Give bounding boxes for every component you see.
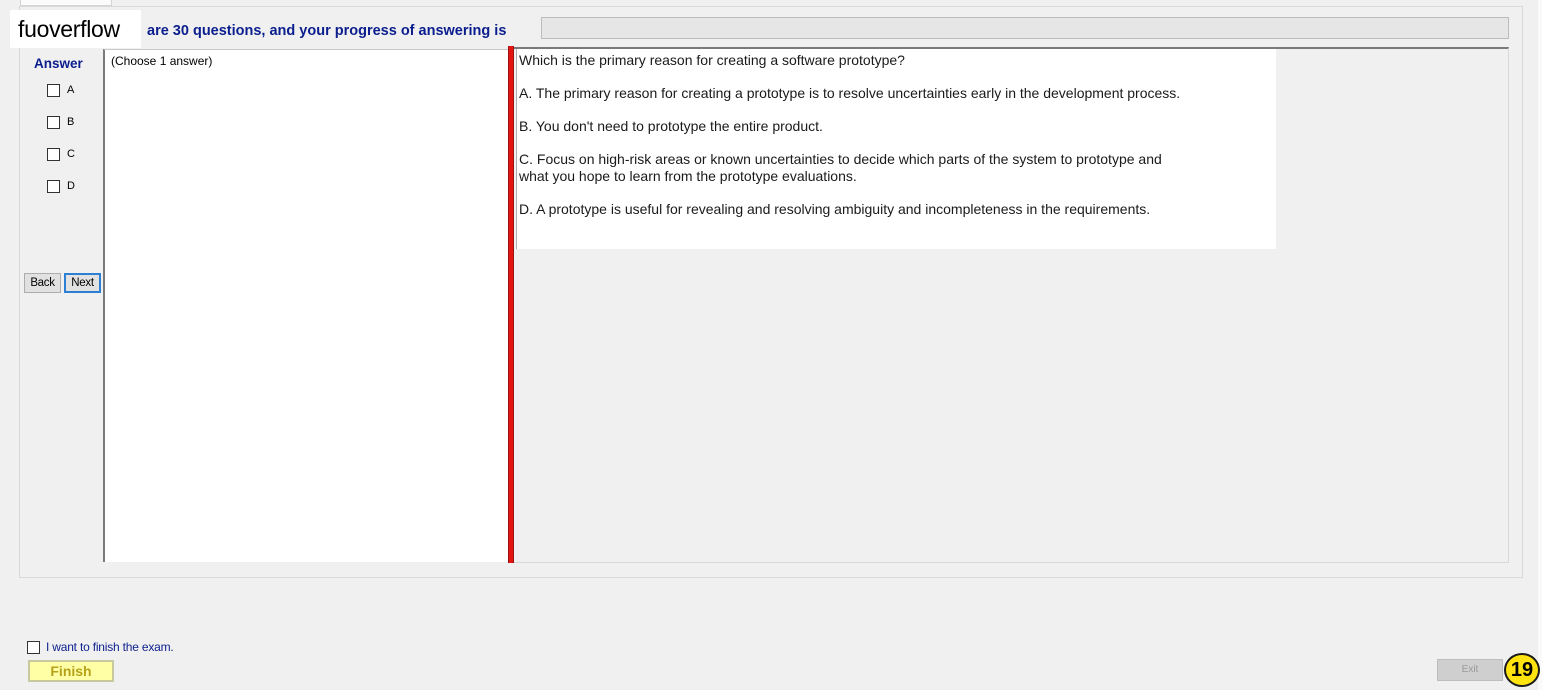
option-d-checkbox[interactable] bbox=[47, 179, 60, 193]
question-box bbox=[516, 49, 1276, 249]
option-b-checkbox[interactable] bbox=[47, 115, 60, 129]
option-c[interactable]: C bbox=[47, 147, 75, 161]
back-button[interactable]: Back bbox=[24, 273, 61, 293]
option-a-label: A bbox=[67, 84, 75, 96]
option-a[interactable]: A bbox=[47, 83, 74, 97]
option-b-label: B bbox=[67, 116, 75, 128]
option-c-label: C bbox=[67, 148, 75, 160]
finish-button[interactable]: Finish bbox=[28, 660, 114, 682]
choice-c-text-line1: C. Focus on high-risk areas or known unc… bbox=[519, 151, 1162, 167]
option-a-checkbox[interactable] bbox=[47, 83, 60, 97]
question-text: Which is the primary reason for creating… bbox=[519, 52, 905, 68]
window-edge bbox=[1538, 0, 1542, 690]
choose-instruction: (Choose 1 answer) bbox=[111, 54, 213, 68]
progress-bar bbox=[541, 17, 1509, 39]
choice-c-text-line2: what you hope to learn from the prototyp… bbox=[519, 168, 857, 184]
finish-exam-checkbox[interactable] bbox=[27, 640, 40, 654]
choose-panel bbox=[103, 49, 508, 562]
finish-exam-check[interactable]: I want to finish the exam. bbox=[27, 640, 174, 654]
answer-title: Answer bbox=[34, 56, 83, 71]
choice-d-text: D. A prototype is useful for revealing a… bbox=[519, 201, 1151, 217]
progress-label: are 30 questions, and your progress of a… bbox=[147, 23, 507, 39]
choice-b-text: B. You don't need to prototype the entir… bbox=[519, 118, 823, 134]
option-b[interactable]: B bbox=[47, 115, 74, 129]
next-button[interactable]: Next bbox=[64, 273, 101, 293]
finish-exam-label: I want to finish the exam. bbox=[46, 640, 174, 654]
option-d[interactable]: D bbox=[47, 179, 75, 193]
option-c-checkbox[interactable] bbox=[47, 147, 60, 161]
page-number-badge: 19 bbox=[1504, 653, 1540, 687]
exit-button[interactable]: Exit bbox=[1437, 659, 1503, 681]
choice-a-text: A. The primary reason for creating a pro… bbox=[519, 85, 1181, 101]
option-d-label: D bbox=[67, 180, 75, 192]
watermark-logo: fuoverflow bbox=[10, 10, 141, 48]
